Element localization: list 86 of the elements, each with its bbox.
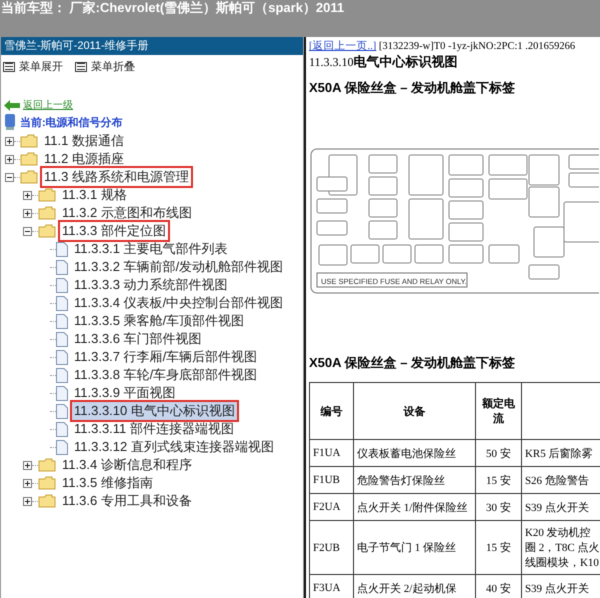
- expander-icon[interactable]: [5, 154, 14, 164]
- table-cell: 仪表板蓄电池保险丝: [354, 440, 476, 466]
- document-icon: [56, 296, 68, 310]
- document-icon: [56, 404, 68, 418]
- document-icon: [56, 440, 68, 454]
- document-icon: [56, 368, 68, 382]
- folder-icon: [38, 188, 56, 202]
- table-cell: 15 安: [475, 520, 522, 574]
- folder-icon: [20, 170, 38, 184]
- expander-icon[interactable]: [5, 172, 14, 182]
- folder-icon: [20, 134, 38, 148]
- tree-item[interactable]: 11.3.3.12 直列式线束连接器端视图: [72, 438, 276, 456]
- tree-item[interactable]: 11.3.3.8 车轮/车身底部部件视图: [72, 366, 260, 384]
- expander-icon[interactable]: [23, 478, 32, 488]
- table-cell: F1UA: [310, 440, 354, 466]
- tree-item[interactable]: 11.3.3.7 行李厢/车辆后部件视图: [72, 348, 260, 366]
- menu-toggle-button[interactable]: 菜单展开: [3, 59, 63, 74]
- folder-icon: [38, 458, 56, 472]
- document-code: [3132239-w]T0 -1yz-jkNO:2PC:1 .201659266: [378, 41, 576, 52]
- column-header: 设备: [354, 382, 476, 440]
- tree-item[interactable]: 11.3.3.10 电气中心标识视图: [72, 402, 237, 420]
- document-icon: [56, 278, 68, 292]
- list-icon: [3, 62, 15, 72]
- computer-icon: [4, 114, 16, 130]
- tree-item[interactable]: 11.3 线路系统和电源管理: [42, 168, 191, 186]
- tree-item[interactable]: 11.3.3.3 动力系统部件视图: [72, 276, 230, 294]
- document-icon: [56, 260, 68, 274]
- tree-item[interactable]: 11.3.3 部件定位图: [60, 222, 168, 240]
- tree-item[interactable]: 11.3.3.5 乘客舱/车顶部件视图: [72, 312, 246, 330]
- tree-item[interactable]: 11.1 数据通信: [42, 132, 126, 150]
- expander-icon[interactable]: [23, 460, 32, 470]
- table-cell: F1UB: [310, 466, 354, 494]
- expander-icon[interactable]: [23, 208, 32, 218]
- tree-item[interactable]: 11.3.3.1 主要电气部件列表: [72, 240, 230, 258]
- table-cell: 15 安: [475, 466, 522, 494]
- tree-item[interactable]: 11.3.6 专用工具和设备: [60, 492, 194, 510]
- left-arrow-icon: [4, 100, 20, 110]
- folder-icon: [38, 224, 56, 238]
- tree-item[interactable]: 11.2 电源插座: [42, 150, 126, 168]
- expander-icon[interactable]: [23, 190, 32, 200]
- table-cell: 50 安: [475, 440, 522, 466]
- list-icon: [75, 62, 87, 72]
- table-cell: F2UA: [310, 494, 354, 520]
- tree-item[interactable]: 11.3.3.6 车门部件视图: [72, 330, 204, 348]
- cell-text-line: 线圈模块，K10: [524, 556, 600, 570]
- back-link[interactable]: [返回上一页..]: [309, 41, 376, 52]
- column-header: 额定电流: [475, 382, 522, 440]
- folder-icon: [38, 494, 56, 508]
- tree-item[interactable]: 11.3.3.11 部件连接器端视图: [72, 420, 236, 438]
- manual-title: 雪佛兰-斯帕可-2011-维修手册: [1, 37, 303, 55]
- table-cell: F2UB: [310, 520, 354, 574]
- column-header: 编号: [310, 382, 354, 440]
- tree-item[interactable]: 11.3.3.4 仪表板/中央控制台部件视图: [72, 294, 286, 312]
- table-cell: 30 安: [475, 494, 522, 520]
- menu-toggle-button[interactable]: 菜单折叠: [75, 59, 135, 74]
- document-icon: [56, 242, 68, 256]
- car-model-title: 当前车型： 厂家:Chevrolet(雪佛兰）斯帕可（spark）2011: [1, 0, 344, 15]
- tree-item[interactable]: 11.3.3.2 车辆前部/发动机舱部件视图: [72, 258, 286, 276]
- document-icon: [56, 314, 68, 328]
- back-link[interactable]: 返回上一级: [23, 98, 73, 112]
- section-title: 电气中心标识视图: [354, 54, 458, 69]
- section-heading: X50A 保险丝盒 – 发动机舱盖下标签: [309, 79, 516, 97]
- expander-icon[interactable]: [23, 226, 32, 236]
- tree-item[interactable]: 11.3.3.9 平面视图: [72, 384, 178, 402]
- section-number: 11.3.3.10: [309, 55, 354, 69]
- document-icon: [56, 386, 68, 400]
- tree-item[interactable]: 11.3.1 规格: [60, 186, 129, 204]
- cell-text-line: 圈 2，T8C 点火: [524, 540, 600, 555]
- expander-icon[interactable]: [23, 496, 32, 506]
- tree-item[interactable]: 11.3.4 诊断信息和程序: [60, 456, 194, 474]
- document-icon: [56, 422, 68, 436]
- document-icon: [56, 332, 68, 346]
- table-heading: X50A 保险丝盒 – 发动机舱盖下标签: [309, 354, 516, 372]
- cell-text-line: K20 发动机控: [524, 526, 592, 540]
- expander-icon[interactable]: [5, 136, 14, 146]
- folder-icon: [20, 152, 38, 166]
- tree-item[interactable]: 11.3.2 示意图和布线图: [60, 204, 194, 222]
- table-cell: 电子节气门 1 保险丝: [354, 520, 476, 574]
- folder-icon: [38, 476, 56, 490]
- document-icon: [56, 350, 68, 364]
- current-location: 当前:电源和信号分布: [20, 116, 123, 130]
- table-cell: 点火开关 1/附件保险丝: [354, 494, 476, 520]
- tree-item[interactable]: 11.3.5 维修指南: [60, 474, 155, 492]
- folder-icon: [38, 206, 56, 220]
- table-cell: 危险警告灯保险丝: [354, 466, 476, 494]
- table-cell: F3UA: [310, 574, 354, 598]
